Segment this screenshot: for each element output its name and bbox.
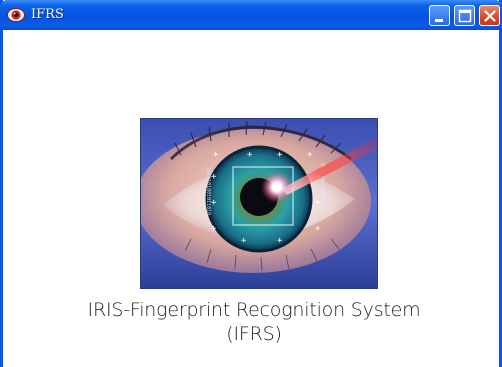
minimize-button[interactable] <box>429 5 450 26</box>
minimize-icon <box>435 19 443 22</box>
maximize-button[interactable] <box>454 5 475 26</box>
svg-text:+: + <box>277 150 283 160</box>
svg-text:+: + <box>277 236 283 246</box>
iris-scan-image: ++++ ++ ++ ++ ++ 1010101001011010 011010… <box>135 118 378 289</box>
svg-text:+: + <box>247 150 253 160</box>
maximize-icon <box>458 9 472 23</box>
svg-text:+: + <box>307 150 313 160</box>
svg-text:+: + <box>211 224 217 234</box>
svg-text:+: + <box>241 236 247 246</box>
close-button[interactable] <box>479 5 500 26</box>
svg-text:1010101001011010: 1010101001011010 <box>205 167 211 215</box>
svg-text:+: + <box>315 224 321 234</box>
app-window: IFRS + + + + + + + + + + + 1010101001011… <box>0 0 502 367</box>
eye-icon[interactable] <box>7 6 25 24</box>
window-title: IFRS <box>31 7 64 22</box>
app-abbreviation-caption: (IFRS) <box>226 323 282 345</box>
app-name-caption: IRIS-Fingerprint Recognition System <box>87 299 421 321</box>
close-icon <box>484 10 496 22</box>
svg-text:+: + <box>213 150 219 160</box>
title-bar[interactable]: IFRS <box>0 0 502 30</box>
